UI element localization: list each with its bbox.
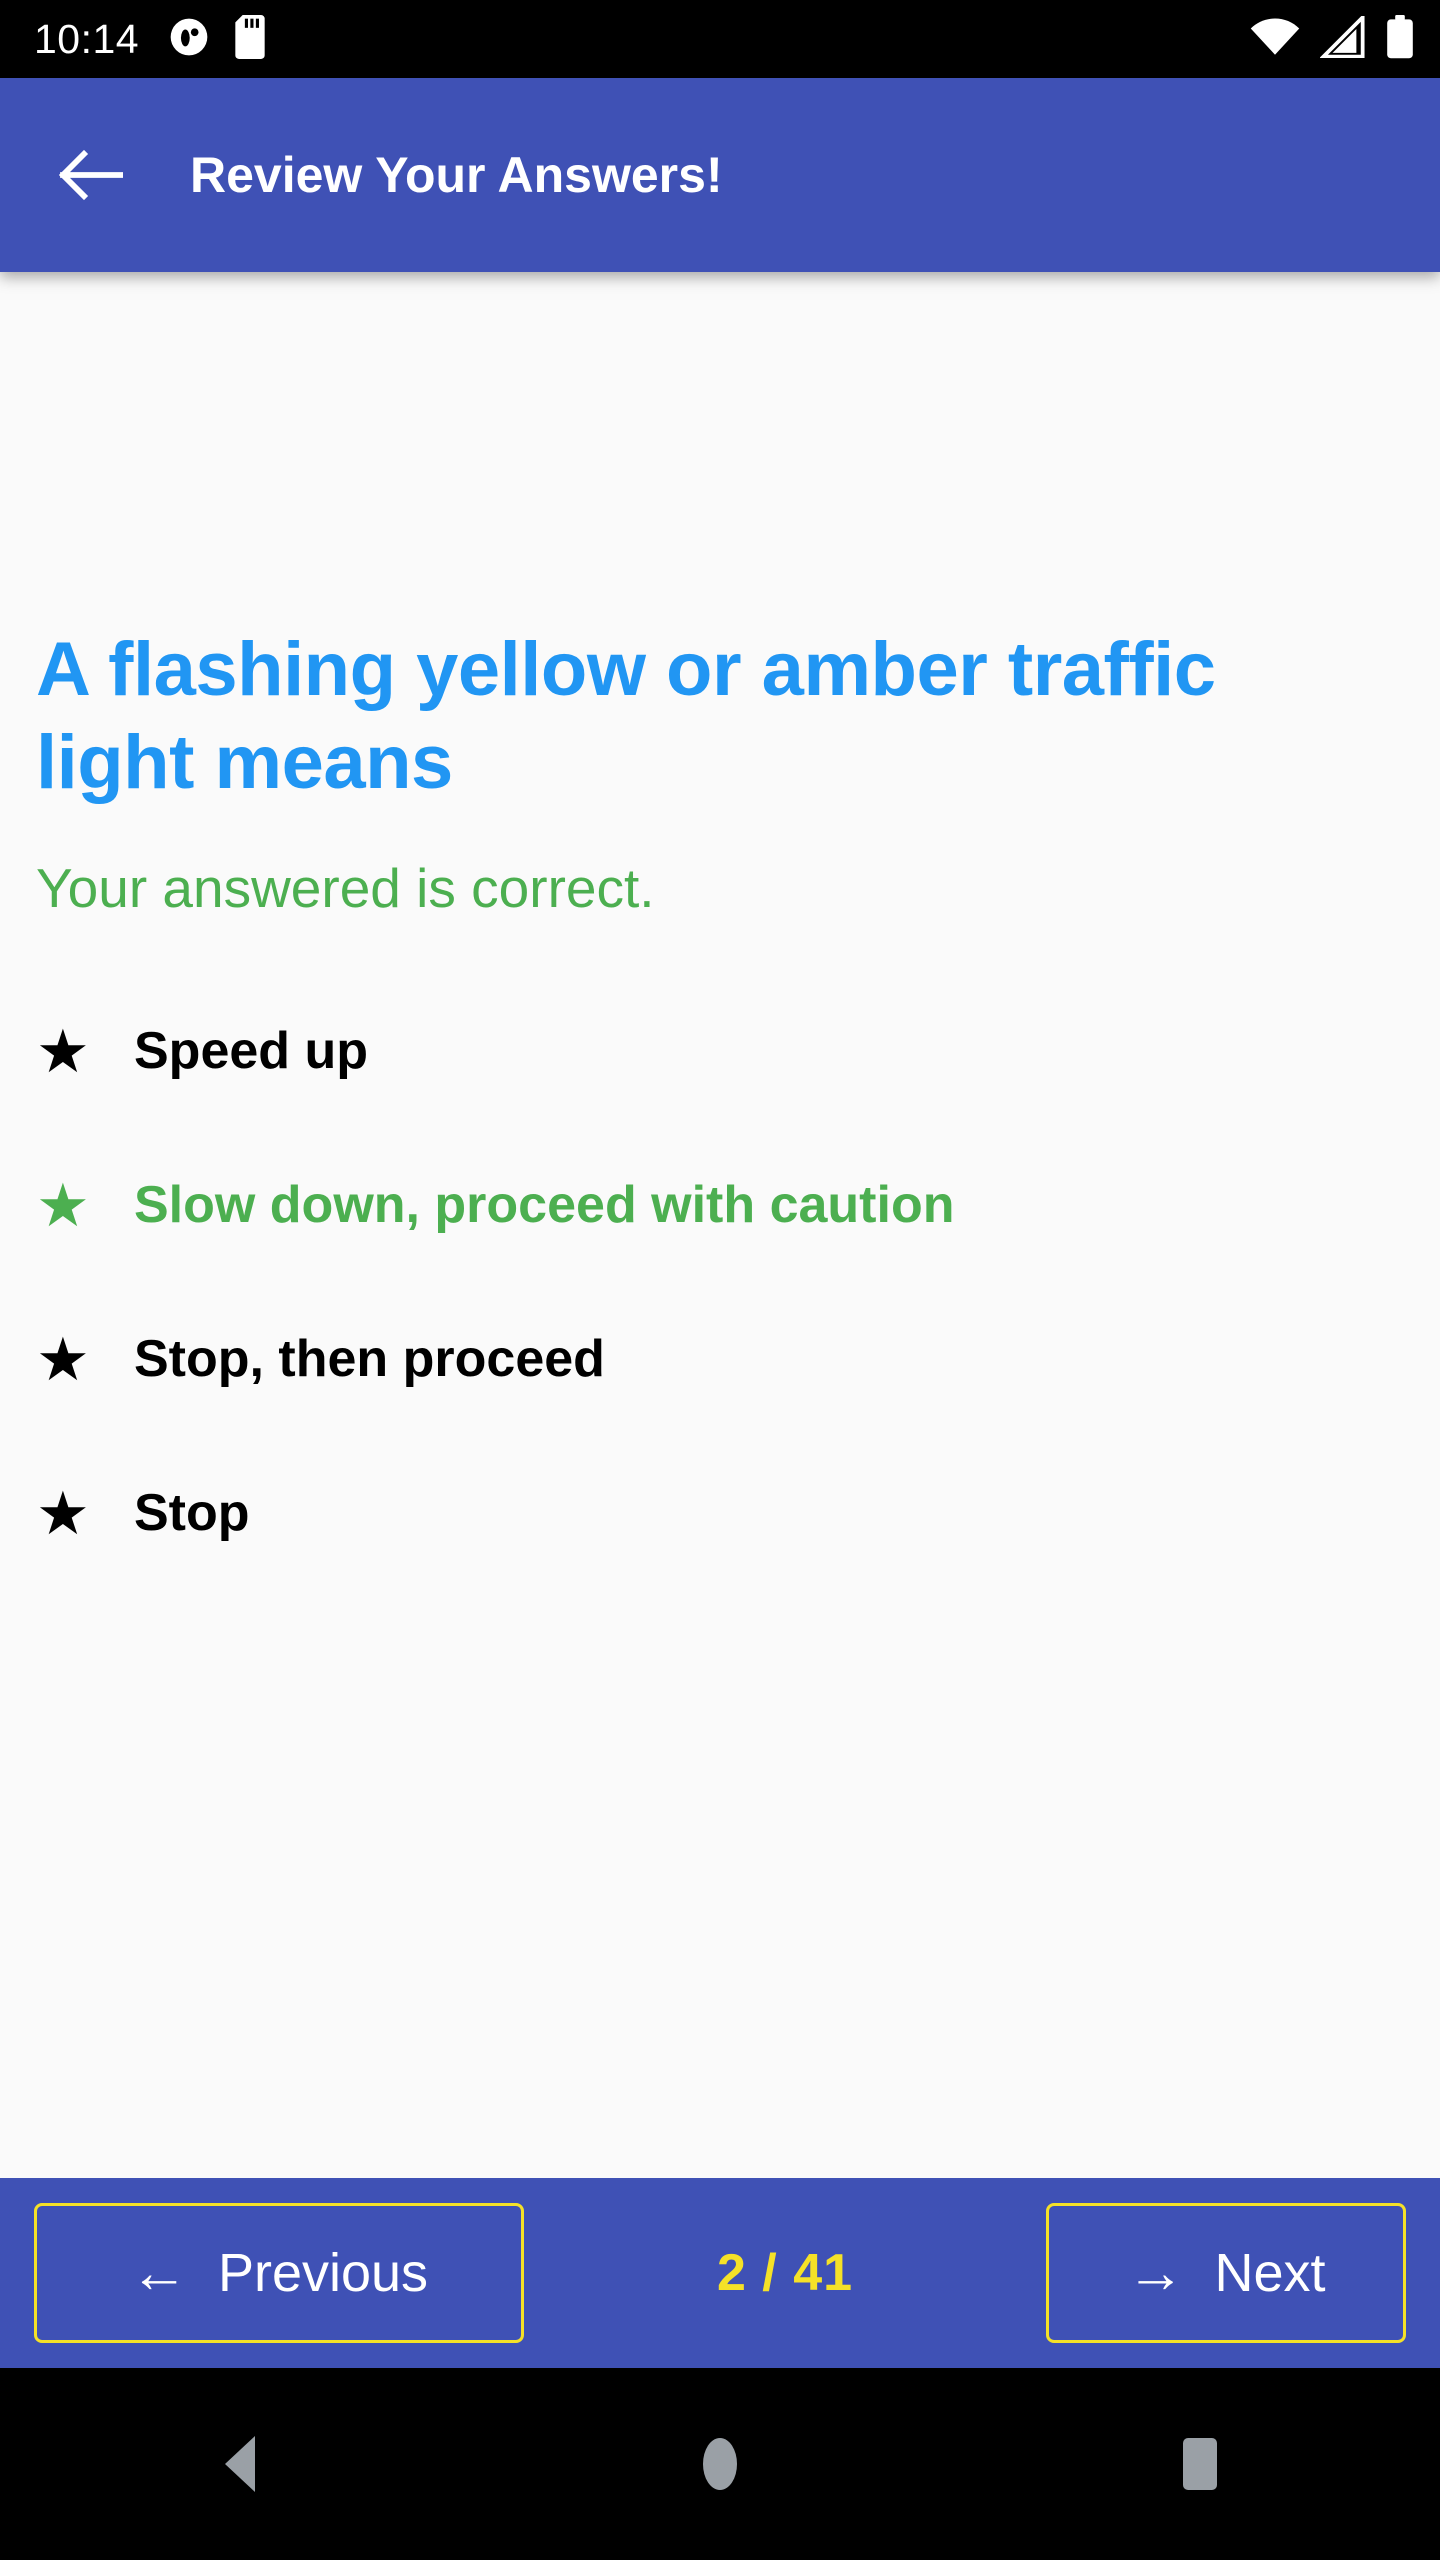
back-button[interactable] [54,138,128,212]
status-bar-right-icons [1250,12,1414,64]
star-icon: ★ [36,1171,90,1239]
answer-option-label: Stop, then proceed [134,1330,605,1389]
answer-option-row[interactable]: ★ Stop, then proceed [36,1283,1404,1437]
arrow-right-icon: → [1126,2240,1185,2305]
previous-button[interactable]: ← Previous [34,2203,524,2343]
arrow-left-icon [59,149,123,201]
answer-result-message: Your answered is correct. [36,857,655,920]
do-not-disturb-icon [167,15,211,64]
android-recents-button[interactable] [1110,2404,1290,2524]
answer-option-row[interactable]: ★ Stop [36,1437,1404,1591]
android-home-button[interactable] [630,2404,810,2524]
wifi-icon [1250,17,1300,62]
battery-icon [1386,14,1414,64]
answer-option-label: Speed up [134,1022,369,1081]
next-button[interactable]: → Next [1045,2203,1406,2343]
star-icon: ★ [36,1017,90,1085]
android-back-button[interactable] [150,2404,330,2524]
bottom-navigation-bar: ← Previous 2 / 41 → Next [0,2178,1440,2368]
app-bar: Review Your Answers! [0,78,1440,272]
question-content-area: A flashing yellow or amber traffic light… [0,272,1440,2178]
previous-button-label: Previous [217,2243,429,2303]
sd-card-icon [233,14,267,64]
page-counter: 2 / 41 [716,2244,854,2302]
answer-options-list: ★ Speed up ★ Slow down, proceed with cau… [36,975,1404,1591]
answer-option-row[interactable]: ★ Slow down, proceed with caution [36,1129,1404,1283]
app-screen: 10:14 Review Your Answers! A flashing ye… [0,0,1440,2560]
status-bar-left-icons [167,14,267,64]
answer-option-label: Stop [134,1484,250,1543]
android-navigation-bar [0,2368,1440,2560]
circle-home-icon [703,2438,737,2490]
cellular-signal-icon [1318,12,1366,63]
star-icon: ★ [36,1479,90,1547]
next-button-label: Next [1214,2243,1326,2303]
arrow-left-icon: ← [129,2240,188,2305]
question-text: A flashing yellow or amber traffic light… [36,627,1216,805]
status-bar-clock: 10:14 [34,15,140,62]
answer-option-row[interactable]: ★ Speed up [36,975,1404,1129]
status-bar: 10:14 [0,0,1440,78]
square-recents-icon [1183,2438,1217,2490]
star-icon: ★ [36,1325,90,1393]
page-title: Review Your Answers! [190,147,723,203]
answer-option-label: Slow down, proceed with caution [134,1176,955,1235]
triangle-back-icon [225,2436,255,2492]
